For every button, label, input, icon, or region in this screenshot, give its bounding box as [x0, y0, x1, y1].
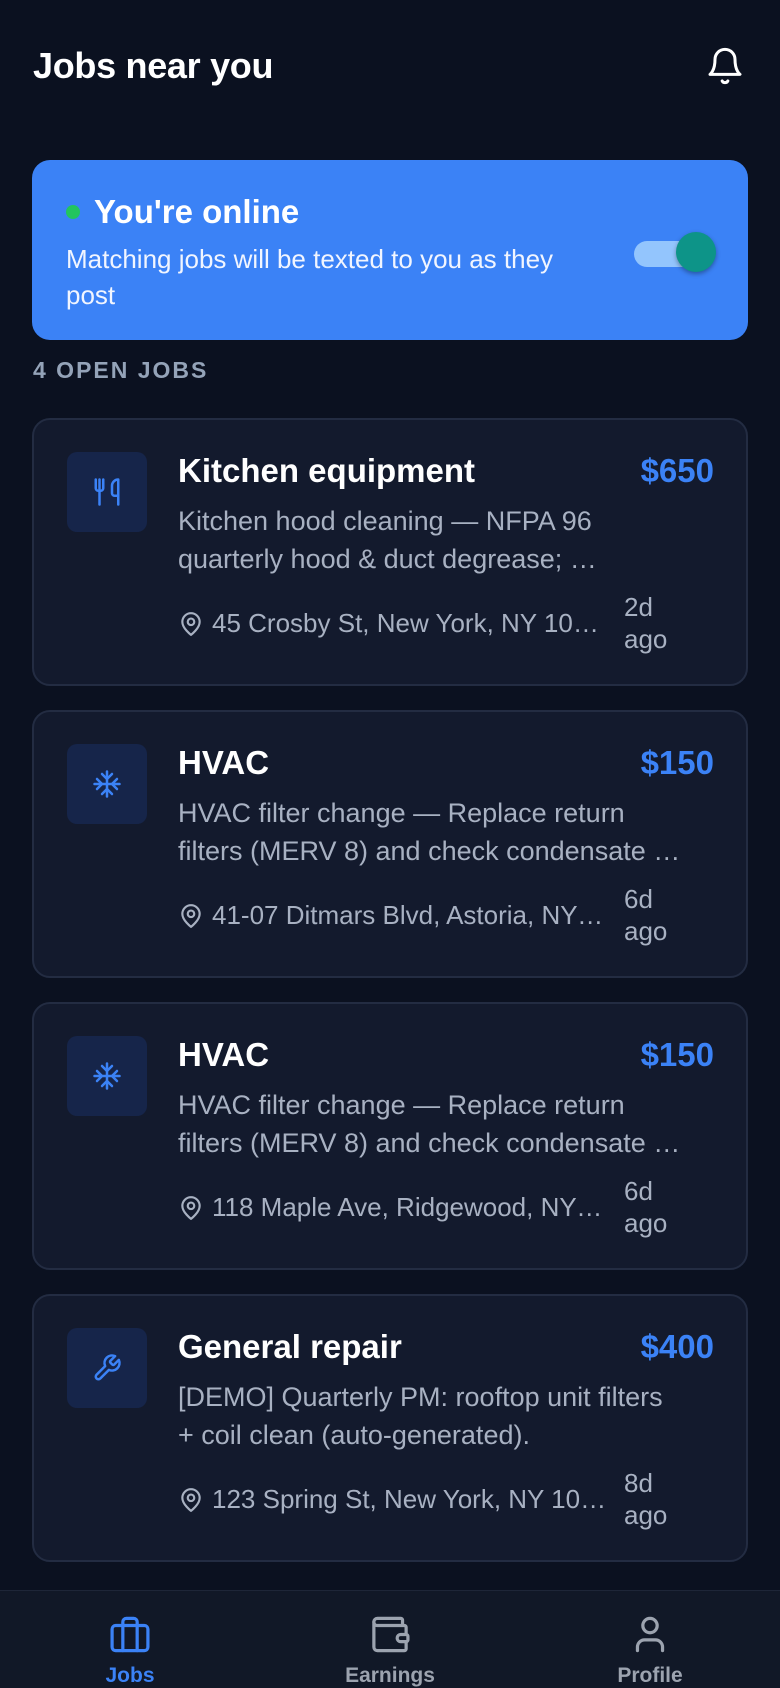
job-category: General repair [178, 1328, 402, 1365]
map-pin-icon [181, 1195, 201, 1220]
job-description: HVAC filter change — Replace return filt… [178, 794, 716, 870]
job-age-value: 6d [624, 884, 653, 914]
job-age-suffix: ago [624, 624, 668, 654]
job-address: 123 Spring St, New York, NY 10… [212, 1484, 607, 1514]
online-status-description-line: post [66, 280, 116, 310]
briefcase-icon [110, 1616, 150, 1653]
job-description-line: HVAC filter change — Replace return [178, 1090, 625, 1120]
online-status-description: Matching jobs will be texted to you as t… [66, 241, 606, 313]
job-price: $150 [640, 744, 714, 781]
open-jobs-count: 4 OPEN JOBS [33, 357, 209, 383]
job-location: 123 Spring St, New York, NY 10… [178, 1484, 608, 1515]
job-age: 6d ago [624, 883, 676, 947]
job-location: 41-07 Ditmars Blvd, Astoria, NY … [178, 900, 608, 931]
job-price: $150 [640, 1036, 714, 1073]
map-pin-icon [181, 611, 201, 636]
job-age: 2d ago [624, 591, 676, 655]
job-description-line: + coil clean (auto-generated). [178, 1420, 530, 1450]
page-title: Jobs near you [33, 45, 274, 86]
job-card[interactable]: HVAC $150 HVAC filter change — Replace r… [32, 1002, 748, 1270]
job-location: 45 Crosby St, New York, NY 10… [178, 608, 608, 639]
online-toggle[interactable] [632, 232, 716, 272]
job-age-value: 2d [624, 592, 653, 622]
job-location: 118 Maple Ave, Ridgewood, NY … [178, 1192, 608, 1223]
tab-profile[interactable]: Profile [520, 1591, 780, 1688]
bell-icon[interactable] [702, 43, 748, 89]
online-status-title: You're online [94, 193, 300, 230]
job-description-line: filters (MERV 8) and check condensate … [178, 1128, 681, 1158]
job-age-value: 8d [624, 1468, 653, 1498]
toggle-knob [676, 232, 716, 272]
job-description-line: filters (MERV 8) and check condensate … [178, 836, 681, 866]
job-category: Kitchen equipment [178, 452, 476, 489]
job-description: HVAC filter change — Replace return filt… [178, 1086, 716, 1162]
map-pin-icon [181, 1487, 201, 1512]
job-description-line: [DEMO] Quarterly PM: rooftop unit filter… [178, 1382, 663, 1412]
job-description: Kitchen hood cleaning — NFPA 96 quarterl… [178, 502, 716, 578]
job-age-suffix: ago [624, 1208, 668, 1238]
job-price: $650 [640, 452, 714, 489]
online-status-description-line: Matching jobs will be texted to you as t… [66, 244, 554, 274]
utensils-icon [67, 452, 147, 532]
job-age-suffix: ago [624, 1500, 668, 1530]
job-age-suffix: ago [624, 916, 668, 946]
online-status-dot [66, 205, 80, 219]
job-age: 6d ago [624, 1175, 676, 1239]
tab-jobs[interactable]: Jobs [0, 1591, 260, 1688]
job-description-line: Kitchen hood cleaning — NFPA 96 [178, 506, 592, 536]
header: Jobs near you [0, 0, 780, 132]
job-card[interactable]: General repair $400 [DEMO] Quarterly PM:… [32, 1294, 748, 1562]
job-category: HVAC [178, 744, 270, 781]
job-card[interactable]: HVAC $150 HVAC filter change — Replace r… [32, 710, 748, 978]
job-address: 118 Maple Ave, Ridgewood, NY … [212, 1192, 608, 1222]
map-pin-icon [181, 903, 201, 928]
job-address: 45 Crosby St, New York, NY 10… [212, 608, 599, 638]
tab-label: Profile [617, 1664, 683, 1687]
job-price: $400 [640, 1328, 714, 1365]
job-description: [DEMO] Quarterly PM: rooftop unit filter… [178, 1378, 716, 1454]
online-status-card: You're online Matching jobs will be text… [32, 160, 748, 340]
job-description-line: quarterly hood & duct degrease; … [178, 544, 597, 574]
job-description-line: HVAC filter change — Replace return [178, 798, 625, 828]
wrench-icon [67, 1328, 147, 1408]
job-address: 41-07 Ditmars Blvd, Astoria, NY … [212, 900, 608, 930]
tab-earnings[interactable]: Earnings [260, 1591, 520, 1688]
tab-label: Jobs [105, 1664, 155, 1687]
snowflake-icon [67, 1036, 147, 1116]
bottom-tab-bar: Jobs Earnings Profile [0, 1590, 780, 1688]
job-age-value: 6d [624, 1176, 653, 1206]
snowflake-icon [67, 744, 147, 824]
wallet-icon [372, 1616, 410, 1653]
tab-label: Earnings [345, 1664, 435, 1687]
user-icon [635, 1616, 665, 1653]
job-card[interactable]: Kitchen equipment $650 Kitchen hood clea… [32, 418, 748, 686]
job-age: 8d ago [624, 1467, 676, 1531]
job-category: HVAC [178, 1036, 270, 1073]
